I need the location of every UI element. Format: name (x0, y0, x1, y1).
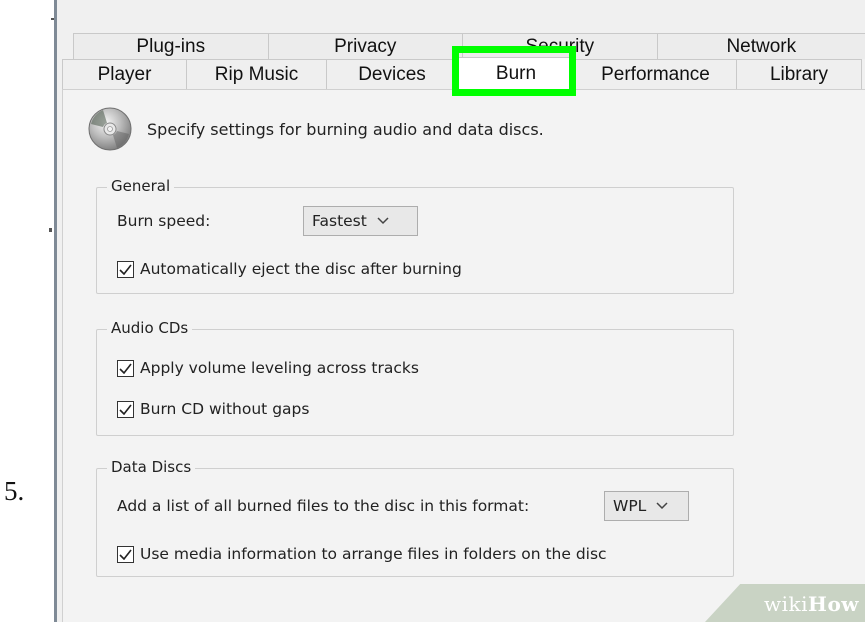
auto-eject-checkbox[interactable] (117, 260, 134, 278)
no-gaps-checkbox[interactable] (117, 400, 134, 418)
window-tick-mid (49, 228, 52, 232)
audio-cds-group: Audio CDs Apply volume leveling across t… (96, 319, 734, 436)
tab-label: Performance (601, 63, 710, 85)
check-icon (119, 549, 132, 560)
step-number: 5. (4, 476, 25, 506)
tab-privacy[interactable]: Privacy (267, 33, 464, 59)
tab-label: Plug-ins (136, 35, 206, 57)
volume-leveling-checkbox[interactable] (117, 359, 134, 377)
tab-network[interactable]: Network (656, 33, 865, 59)
burn-settings-panel: Specify settings for burning audio and d… (62, 89, 865, 622)
volume-leveling-row[interactable]: Apply volume leveling across tracks (117, 359, 419, 377)
no-gaps-label: Burn CD without gaps (140, 400, 310, 418)
burn-speed-select[interactable]: Fastest (303, 206, 418, 236)
auto-eject-row[interactable]: Automatically eject the disc after burni… (117, 260, 462, 278)
tab-label: Devices (358, 63, 426, 85)
logo-suffix: How (808, 592, 859, 616)
check-icon (119, 404, 132, 415)
general-group: General Burn speed: Fastest Automaticall… (96, 177, 734, 294)
window-border (54, 0, 57, 622)
format-label: Add a list of all burned files to the di… (117, 497, 530, 515)
general-group-title: General (107, 177, 175, 195)
format-value: WPL (613, 497, 647, 515)
burn-speed-label: Burn speed: (117, 212, 211, 230)
logo-prefix: wiki (764, 592, 809, 616)
burn-tab-highlight (452, 46, 576, 96)
audio-cds-group-title: Audio CDs (107, 319, 193, 337)
auto-eject-label: Automatically eject the disc after burni… (140, 260, 462, 278)
page-margin (0, 0, 54, 622)
tab-label: Network (726, 35, 797, 57)
tab-library[interactable]: Library (736, 59, 862, 89)
panel-intro: Specify settings for burning audio and d… (87, 106, 544, 152)
format-row: Add a list of all burned files to the di… (117, 491, 689, 521)
no-gaps-row[interactable]: Burn CD without gaps (117, 400, 309, 418)
media-info-checkbox[interactable] (117, 545, 134, 563)
panel-description: Specify settings for burning audio and d… (147, 119, 544, 139)
tab-label: Rip Music (214, 63, 299, 85)
chevron-down-icon (656, 502, 668, 510)
check-icon (119, 264, 132, 275)
tab-plug-ins[interactable]: Plug-ins (73, 33, 269, 59)
check-icon (119, 363, 132, 374)
burn-speed-value: Fastest (312, 212, 367, 230)
media-info-row[interactable]: Use media information to arrange files i… (117, 545, 607, 563)
tab-label: Privacy (334, 35, 397, 57)
tab-label: Library (769, 63, 829, 85)
data-discs-group: Data Discs Add a list of all burned file… (96, 458, 734, 577)
tab-player[interactable]: Player (62, 59, 187, 89)
media-info-label: Use media information to arrange files i… (140, 545, 607, 563)
format-select[interactable]: WPL (604, 491, 689, 521)
volume-leveling-label: Apply volume leveling across tracks (140, 359, 419, 377)
tab-rip-music[interactable]: Rip Music (186, 59, 327, 89)
cd-disc-icon (88, 107, 132, 151)
chevron-down-icon (377, 217, 389, 225)
burn-speed-row: Burn speed: Fastest (117, 206, 418, 236)
wikihow-logo: wikiHow (764, 592, 859, 616)
tab-label: Player (97, 63, 152, 85)
tab-devices[interactable]: Devices (326, 59, 458, 89)
data-discs-group-title: Data Discs (107, 458, 196, 476)
tab-performance[interactable]: Performance (574, 59, 737, 89)
